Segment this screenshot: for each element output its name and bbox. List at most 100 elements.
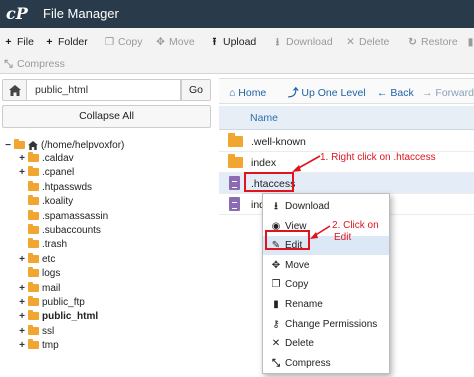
toolbar-button-label: Download <box>286 36 333 48</box>
rename-toolbar-button[interactable]: ▮ <box>465 35 474 49</box>
folder-icon <box>28 180 39 191</box>
download-icon: ⭳ <box>274 201 278 212</box>
toolbar-button-label: Compress <box>17 58 65 70</box>
collapse-toggle-icon[interactable]: − <box>4 139 12 152</box>
tree-item-label: mail <box>42 282 61 294</box>
nav-button-label: Up One Level <box>301 87 366 99</box>
tree-item-label: ssl <box>42 325 55 337</box>
expand-toggle-icon[interactable]: + <box>18 325 26 338</box>
copy-icon: ❐ <box>271 279 281 291</box>
rename-icon: ▮ <box>467 36 474 48</box>
back-icon: ← <box>377 87 391 99</box>
tree-item-label: public_html <box>42 311 99 323</box>
expand-toggle-icon[interactable]: + <box>18 166 26 179</box>
folder-icon <box>228 154 243 168</box>
menu-item-compress[interactable]: ⤡ Compress <box>263 354 389 373</box>
plus-icon: + <box>5 36 12 48</box>
home-dir-button[interactable] <box>2 79 27 101</box>
home-icon <box>28 141 38 150</box>
menu-item-change-permissions[interactable]: ⚷ Change Permissions <box>263 315 389 334</box>
download-toolbar-button[interactable]: ⭳ Download <box>272 35 333 49</box>
menu-item-delete[interactable]: ✕ Delete <box>263 334 389 353</box>
annotation-step-2: 2. Click on <box>332 220 379 231</box>
back-button[interactable]: ← Back <box>377 87 414 100</box>
compress-toolbar-button[interactable]: ⤡ Compress <box>3 57 65 71</box>
file-toolbar-button[interactable]: + File <box>3 35 34 49</box>
tree-item-label: logs <box>42 268 61 280</box>
expand-toggle-icon[interactable]: + <box>18 310 26 323</box>
folder-icon <box>28 195 39 206</box>
expand-toggle-icon[interactable]: + <box>18 253 26 266</box>
path-input[interactable] <box>27 79 181 101</box>
delete-icon: ✕ <box>346 36 355 48</box>
upload-toolbar-button[interactable]: ⭱ Upload <box>209 35 257 49</box>
name-column-header[interactable]: Name <box>250 112 278 124</box>
toolbar-button-label: File <box>17 36 34 48</box>
file-row[interactable]: .well-known <box>219 131 474 152</box>
expand-toggle-icon[interactable]: + <box>18 282 26 295</box>
menu-item-copy[interactable]: ❐ Copy <box>263 275 389 294</box>
toolbar-button-label: Restore <box>421 36 458 48</box>
menu-item-label: Change Permissions <box>285 318 378 330</box>
edit-highlight-box <box>265 230 310 250</box>
home-icon: ⌂ <box>229 87 239 99</box>
forward-button[interactable]: → Forward <box>422 87 474 100</box>
folder-icon <box>28 296 39 306</box>
folder-icon <box>28 310 39 321</box>
folder-icon <box>28 267 39 278</box>
compress-icon: ⤡ <box>4 58 13 70</box>
menu-item-rename[interactable]: ▮ Rename <box>263 295 389 314</box>
restore-toolbar-button[interactable]: ↻ Restore <box>407 35 458 49</box>
move-toolbar-button[interactable]: ✥ Move <box>155 35 195 49</box>
copy-icon: ❐ <box>104 36 115 48</box>
forward-icon: → <box>422 87 436 99</box>
menu-item-label: Download <box>285 201 330 212</box>
tree-item-label: etc <box>42 253 56 265</box>
nav-button-label: Home <box>238 87 267 99</box>
go-button[interactable]: Go <box>181 79 211 101</box>
copy-toolbar-button[interactable]: ❐ Copy <box>104 35 143 49</box>
download-icon: ⭳ <box>275 36 280 48</box>
expand-toggle-icon[interactable]: + <box>18 296 26 309</box>
folder-icon <box>28 339 39 350</box>
tree-item-label: .spamassassin <box>42 210 109 222</box>
move-icon: ✥ <box>156 36 165 48</box>
toolbar-button-label: Move <box>169 36 195 48</box>
menu-item-download[interactable]: ⭳ Download <box>263 197 389 216</box>
folder-icon <box>28 281 39 292</box>
folder-icon <box>28 324 39 335</box>
menu-item-label: Rename <box>285 299 323 310</box>
tree-item-label: .koality <box>42 196 74 208</box>
up-one-level-button[interactable]: ⤴ Up One Level <box>288 87 366 100</box>
upload-icon: ⭱ <box>212 36 217 48</box>
menu-item-label: Move <box>285 259 310 271</box>
annotation-step-1: 1. Right click on .htaccess <box>320 152 436 163</box>
column-header[interactable]: Name <box>219 106 474 130</box>
delete-toolbar-button[interactable]: ✕ Delete <box>345 35 389 49</box>
collapse-all-button[interactable]: Collapse All <box>2 105 211 128</box>
expand-toggle-icon[interactable]: + <box>18 152 26 165</box>
menu-item-move[interactable]: ✥ Move <box>263 256 389 275</box>
expand-toggle-icon[interactable]: + <box>18 339 26 352</box>
folder-icon <box>28 224 39 234</box>
key-icon: ⚷ <box>272 318 280 330</box>
folder-icon <box>28 166 39 177</box>
toolbar-button-label: Folder <box>58 36 88 48</box>
menu-item-label: Copy <box>285 279 309 291</box>
home-icon <box>9 85 21 96</box>
app-title: File Manager <box>43 6 119 21</box>
nav-button-label: Forward <box>435 87 474 99</box>
cpanel-logo: cP <box>6 4 28 23</box>
menu-item-label: Delete <box>285 338 314 350</box>
tree-item-label: .subaccounts <box>42 225 101 236</box>
arrow-to-edit <box>310 225 331 239</box>
folder-icon <box>28 209 39 220</box>
home-button[interactable]: ⌂ Home <box>229 87 266 100</box>
folder-toolbar-button[interactable]: + Folder <box>44 35 88 49</box>
navigation-bar: ⌂ Home ⤴ Up One Level ← Back → Forward <box>219 78 474 104</box>
menu-item-label: Compress <box>285 357 331 369</box>
nav-button-label: Back <box>390 87 414 99</box>
rename-icon: ▮ <box>273 299 279 310</box>
folder-icon <box>14 139 25 149</box>
toolbar-button-label: Delete <box>359 36 390 48</box>
